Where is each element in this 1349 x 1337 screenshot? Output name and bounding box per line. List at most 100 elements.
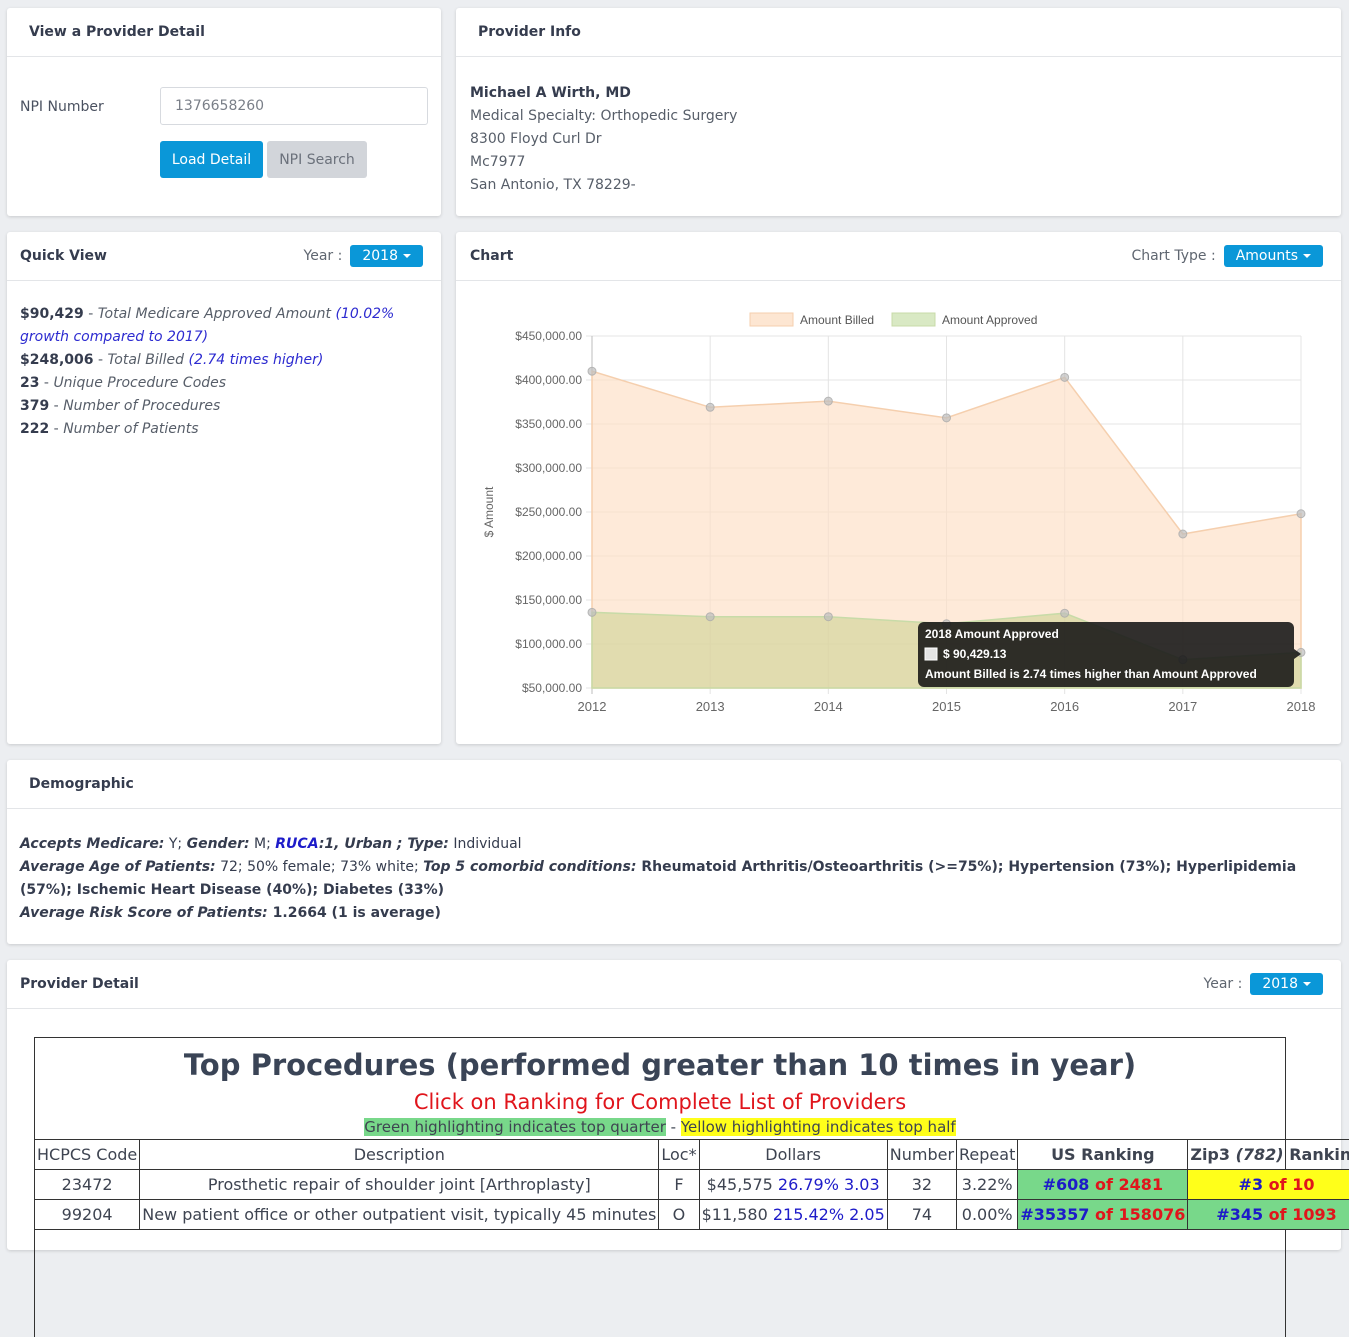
caret-down-icon [1303, 254, 1311, 258]
comorbid-label: Top 5 comorbid conditions: [423, 859, 636, 875]
data-point[interactable] [706, 613, 714, 621]
cell-number: 32 [887, 1170, 956, 1200]
qv-line-procedures: 379 - Number of Procedures [20, 395, 427, 418]
col-us-ranking[interactable]: US Ranking [1018, 1140, 1188, 1170]
amounts-chart[interactable]: $50,000.00$100,000.00$150,000.00$200,000… [456, 282, 1341, 742]
quick-view-year-value: 2018 [362, 248, 398, 264]
provider-address-line2: Mc7977 [470, 151, 737, 174]
data-point[interactable] [943, 414, 951, 422]
data-point[interactable] [588, 608, 596, 616]
y-tick-label: $300,000.00 [515, 461, 582, 475]
cell-repeat: 0.00% [957, 1200, 1018, 1230]
qv-codes-value: 23 [20, 375, 39, 391]
risk-score-note: (1 is average) [327, 905, 441, 921]
tooltip-swatch [925, 648, 937, 660]
col-hcpcs-code[interactable]: HCPCS Code [35, 1140, 140, 1170]
col-description[interactable]: Description [140, 1140, 659, 1170]
load-detail-button[interactable]: Load Detail [160, 141, 263, 178]
quick-view-body: $90,429 - Total Medicare Approved Amount… [20, 303, 427, 441]
us-ranking-link[interactable]: #35357 of 158076 [1018, 1200, 1188, 1230]
data-point[interactable] [1061, 373, 1069, 381]
col-loc[interactable]: Loc* [659, 1140, 699, 1170]
x-tick-label: 2015 [932, 699, 961, 714]
avg-age-label: Average Age of Patients: [20, 859, 216, 875]
legend-label[interactable]: Amount Billed [800, 313, 874, 327]
data-point[interactable] [824, 397, 832, 405]
tooltip-title: 2018 Amount Approved [925, 627, 1059, 641]
data-point[interactable] [1297, 510, 1305, 518]
provider-info-header: Provider Info [456, 8, 1341, 57]
cell-description: New patient office or other outpatient v… [140, 1200, 659, 1230]
legend-swatch[interactable] [892, 313, 935, 326]
cell-repeat: 3.22% [957, 1170, 1018, 1200]
us-ranking-link[interactable]: #608 of 2481 [1018, 1170, 1188, 1200]
demographic-header: Demographic [7, 760, 1341, 809]
caret-down-icon [1303, 982, 1311, 986]
avg-age-value: 72; 50% female; 73% white; [216, 859, 423, 875]
data-point[interactable] [824, 613, 832, 621]
y-tick-label: $400,000.00 [515, 373, 582, 387]
provider-detail-year-label: Year : [1204, 976, 1243, 992]
col-dollars[interactable]: Dollars [699, 1140, 887, 1170]
zip3-ranking-link[interactable]: #3 of 10 [1188, 1170, 1349, 1200]
chart-type-value: Amounts [1236, 248, 1298, 264]
type-value: Individual [449, 836, 522, 852]
demographic-card: Demographic Accepts Medicare: Y; Gender:… [7, 760, 1341, 944]
y-tick-label: $250,000.00 [515, 505, 582, 519]
provider-detail-header: Provider Detail Year : 2018 [7, 960, 1341, 1009]
view-provider-card: View a Provider Detail NPI Number Load D… [7, 8, 441, 216]
accepts-medicare-value: Y; [164, 836, 186, 852]
x-tick-label: 2017 [1168, 699, 1197, 714]
quick-view-year-dropdown[interactable]: 2018 [350, 245, 423, 267]
caret-down-icon [403, 254, 411, 258]
ruca-link[interactable]: RUCA [275, 836, 319, 852]
dollars-pct: 26.79% [778, 1175, 839, 1194]
qv-patients-value: 222 [20, 421, 49, 437]
chart-type-dropdown[interactable]: Amounts [1224, 245, 1323, 267]
quick-view-card: Quick View Year : 2018 $90,429 - Total M… [7, 232, 441, 744]
npi-number-input[interactable] [160, 87, 428, 125]
view-provider-header: View a Provider Detail [7, 8, 441, 57]
cell-loc: F [659, 1170, 699, 1200]
demo-line-2: Average Age of Patients: 72; 50% female;… [20, 856, 1321, 902]
provider-info-body: Michael A Wirth, MD Medical Specialty: O… [470, 82, 737, 197]
legend-swatch[interactable] [750, 313, 793, 326]
col-repeat[interactable]: Repeat [957, 1140, 1018, 1170]
chart-type-label: Chart Type : [1131, 248, 1215, 264]
zip3-ranking-link[interactable]: #345 of 1093 [1188, 1200, 1349, 1230]
risk-score-value: 1.2664 [268, 905, 327, 921]
qv-billed-ratio: (2.74 times higher) [184, 352, 323, 368]
data-point[interactable] [588, 367, 596, 375]
top-procedures-table: HCPCS Code Description Loc* Dollars Numb… [34, 1139, 1349, 1230]
dollars-ratio: 2.05 [849, 1205, 885, 1224]
chart-tooltip: 2018 Amount Approved$ 90,429.13Amount Bi… [918, 622, 1301, 687]
legend-yellow: Yellow highlighting indicates top half [681, 1118, 956, 1136]
ruca-value: :1, Urban [319, 836, 392, 852]
provider-detail-title: Provider Detail [20, 976, 139, 992]
provider-specialty: Medical Specialty: Orthopedic Surgery [470, 105, 737, 128]
col-zip3-ranking[interactable]: Zip3 (782) Ranking [1188, 1140, 1349, 1170]
data-point[interactable] [706, 403, 714, 411]
legend-green: Green highlighting indicates top quarter [364, 1118, 666, 1136]
x-tick-label: 2016 [1050, 699, 1079, 714]
cell-loc: O [659, 1200, 699, 1230]
cell-number: 74 [887, 1200, 956, 1230]
dollars-pct: 215.42% [773, 1205, 844, 1224]
table-header-row: HCPCS Code Description Loc* Dollars Numb… [35, 1140, 1349, 1170]
highlight-legend: Green highlighting indicates top quarter… [35, 1118, 1285, 1136]
view-provider-title: View a Provider Detail [29, 24, 205, 40]
legend-label[interactable]: Amount Approved [942, 313, 1037, 327]
provider-info-card: Provider Info Michael A Wirth, MD Medica… [456, 8, 1341, 216]
col-number[interactable]: Number [887, 1140, 956, 1170]
data-point[interactable] [1061, 609, 1069, 617]
data-point[interactable] [1179, 530, 1187, 538]
qv-billed-label: Total Billed [107, 352, 184, 368]
y-tick-label: $450,000.00 [515, 329, 582, 343]
npi-search-button[interactable]: NPI Search [267, 141, 367, 178]
qv-patients-label: Number of Patients [63, 421, 198, 437]
chart-legend[interactable]: Amount Billed Amount Approved [750, 313, 1037, 327]
cell-description: Prosthetic repair of shoulder joint [Art… [140, 1170, 659, 1200]
provider-detail-year-dropdown[interactable]: 2018 [1250, 973, 1323, 995]
type-label: Type: [407, 836, 448, 852]
qv-procedures-value: 379 [20, 398, 49, 414]
